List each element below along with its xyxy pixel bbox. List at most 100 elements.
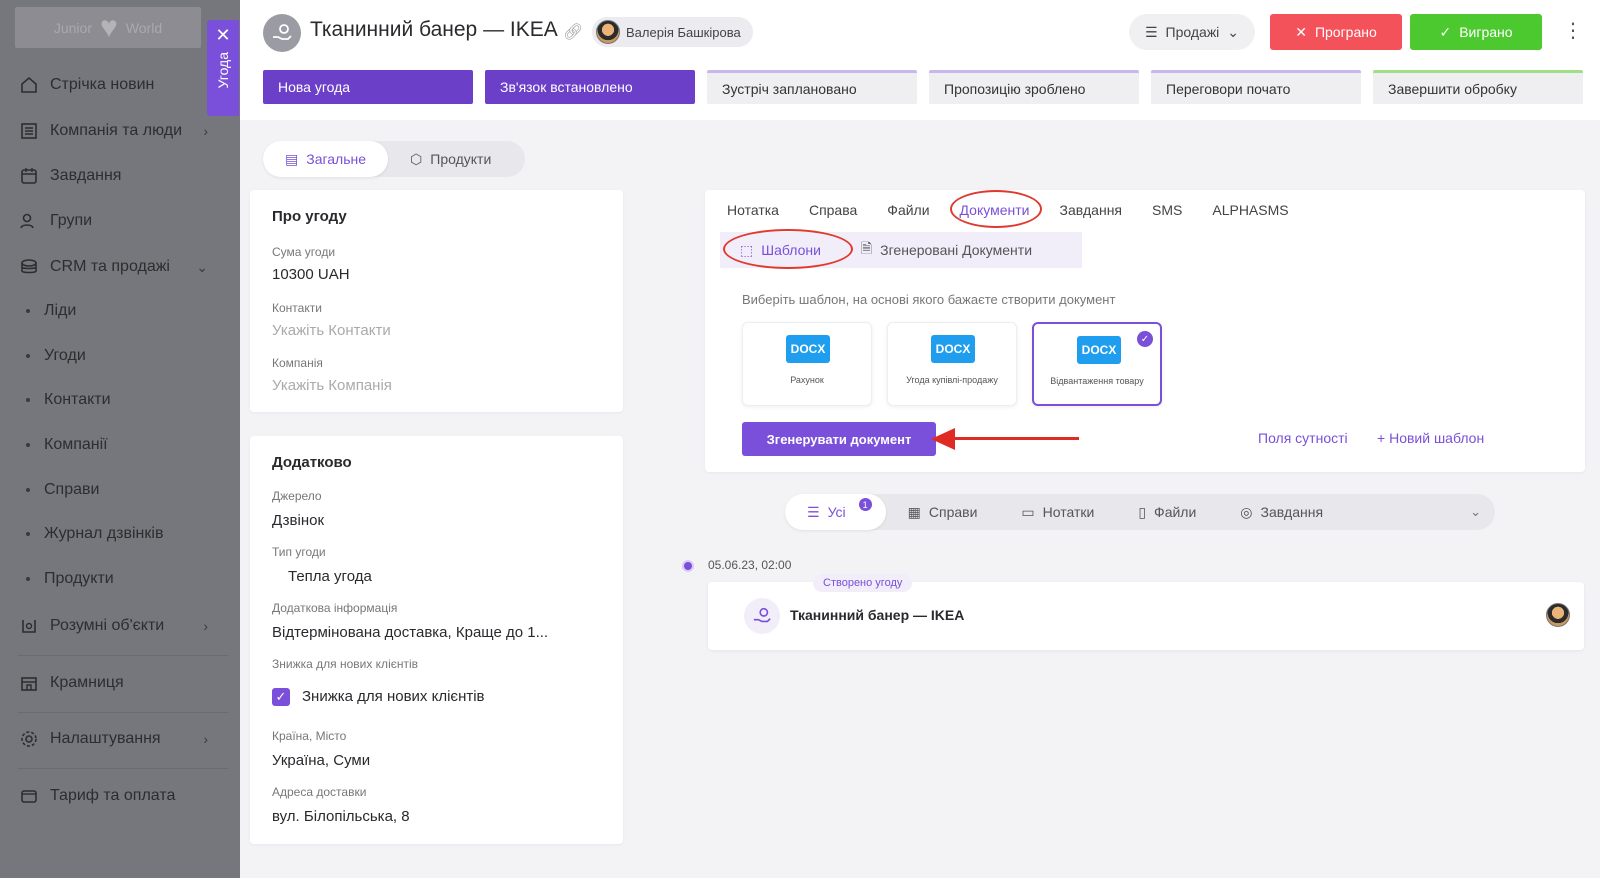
- additional-info-value[interactable]: Відтермінована доставка, Краще до 1...: [272, 624, 548, 641]
- file-icon: ▯: [1138, 503, 1147, 520]
- sidebar-item-settings[interactable]: Налаштування ›: [18, 723, 218, 755]
- sidebar-item-label: Тариф та оплата: [50, 787, 176, 804]
- calendar-icon: ▦: [907, 503, 921, 520]
- filter-cases[interactable]: ▦ Справи: [886, 494, 1000, 530]
- docx-badge: DOCX: [786, 335, 830, 363]
- tab-products[interactable]: ⬡ Продукти: [388, 141, 513, 177]
- stage-pipeline: Нова угода Зв'язок встановлено Зустріч з…: [263, 70, 1583, 104]
- filter-all[interactable]: ☰ Усі 1: [785, 494, 886, 530]
- users-icon: [18, 210, 40, 232]
- template-card-invoice[interactable]: DOCX Рахунок: [742, 322, 872, 406]
- box-icon: ⬡: [410, 150, 423, 167]
- source-value[interactable]: Дзвінок: [272, 512, 324, 529]
- annotation-arrow: [941, 437, 1079, 440]
- pipeline-select[interactable]: ☰ Продажі ⌄: [1129, 14, 1255, 50]
- heart-logo-icon: ♥: [100, 10, 118, 44]
- extra-card: Додатково Джерело Дзвінок Тип угоди Тепл…: [250, 436, 623, 844]
- sidebar-item-crm[interactable]: CRM та продажі ⌄: [18, 251, 218, 283]
- tab-generated-documents[interactable]: 🗎 Згенеровані Документи: [841, 232, 1052, 268]
- close-icon[interactable]: ✕: [215, 26, 230, 44]
- discount-checkbox[interactable]: ✓: [272, 688, 290, 706]
- responsible-user-chip[interactable]: Валерія Башкірова: [592, 17, 753, 47]
- avatar: [596, 20, 620, 44]
- sidebar-sub-cases[interactable]: Справи: [26, 475, 99, 505]
- filter-files[interactable]: ▯ Файли: [1116, 494, 1218, 530]
- template-card-shipment[interactable]: DOCX Відвантаження товару ✓: [1032, 322, 1162, 406]
- company-logo[interactable]: Junior ♥ World: [15, 7, 201, 48]
- sidebar-sub-label: Контакти: [44, 391, 111, 408]
- tab-general-label: Загальне: [306, 151, 367, 167]
- home-icon: [18, 74, 40, 96]
- tab-files[interactable]: Файли: [887, 202, 929, 222]
- sidebar-sub-deals[interactable]: Угоди: [26, 341, 86, 371]
- tab-tasks[interactable]: Завдання: [1059, 202, 1122, 222]
- won-button[interactable]: ✓ Виграно: [1410, 14, 1542, 50]
- sidebar-item-smart-objects[interactable]: Розумні об'єкти ›: [18, 610, 218, 642]
- discount-label: Знижка для нових клієнтів: [272, 657, 419, 671]
- tab-note[interactable]: Нотатка: [727, 202, 779, 222]
- location-value[interactable]: Україна, Суми: [272, 752, 370, 769]
- filter-files-label: Файли: [1154, 504, 1197, 520]
- event-title: Тканинний банер — IKEA: [790, 607, 965, 623]
- document-icon: ▤: [285, 150, 299, 167]
- sidebar-item-groups[interactable]: Групи: [18, 205, 218, 237]
- sidebar-item-tasks[interactable]: Завдання: [18, 160, 218, 192]
- more-vertical-icon[interactable]: ⋮: [1563, 18, 1583, 43]
- sidebar-item-label: Налаштування: [50, 730, 161, 747]
- gear-icon: [18, 728, 40, 750]
- stage-contact-established[interactable]: Зв'язок встановлено: [485, 70, 695, 104]
- sidebar-sub-label: Компанії: [44, 436, 108, 453]
- new-template-button[interactable]: + Новий шаблон: [1377, 430, 1484, 446]
- stage-finish-processing[interactable]: Завершити обробку: [1373, 70, 1583, 104]
- template-card-sale-agreement[interactable]: DOCX Угода купівлі-продажу: [887, 322, 1017, 406]
- stage-meeting-scheduled[interactable]: Зустріч заплановано: [707, 70, 917, 104]
- check-circle-icon: ◎: [1240, 503, 1253, 520]
- sidebar-item-label: Компанія та люди: [50, 122, 183, 139]
- address-value[interactable]: вул. Білопільська, 8: [272, 808, 410, 825]
- deal-panel-tab[interactable]: ✕ Угода: [207, 20, 239, 116]
- sidebar-item-label: Групи: [50, 212, 93, 229]
- stage-negotiations-started[interactable]: Переговори почато: [1151, 70, 1361, 104]
- sidebar-sub-products[interactable]: Продукти: [26, 564, 114, 594]
- won-button-label: Виграно: [1459, 24, 1513, 40]
- generate-document-button[interactable]: Згенерувати документ: [742, 422, 936, 456]
- discount-checkbox-label: Знижка для нових клієнтів: [302, 688, 485, 705]
- sidebar-divider: [18, 712, 228, 713]
- sidebar-item-store[interactable]: Крамниця: [18, 667, 218, 699]
- stage-proposal-made[interactable]: Пропозицію зроблено: [929, 70, 1139, 104]
- sidebar-item-news[interactable]: Стрічка новин: [18, 69, 218, 101]
- tab-alphasms[interactable]: ALPHASMS: [1212, 202, 1288, 222]
- sidebar-sub-contacts[interactable]: Контакти: [26, 385, 111, 415]
- sidebar-sub-call-log[interactable]: Журнал дзвінків: [26, 519, 163, 549]
- chevron-down-icon[interactable]: ⌄: [1470, 504, 1481, 520]
- sidebar-item-company[interactable]: Компанія та люди ›: [18, 115, 218, 147]
- sidebar-sub-companies[interactable]: Компанії: [26, 430, 108, 460]
- timeline-date: 05.06.23, 02:00: [708, 558, 792, 572]
- sidebar-sub-leads[interactable]: Ліди: [26, 296, 76, 326]
- sidebar: Junior ♥ World Стрічка новин Компанія та…: [0, 0, 240, 878]
- sidebar-item-billing[interactable]: Тариф та оплата: [18, 780, 218, 812]
- tab-sms[interactable]: SMS: [1152, 202, 1182, 222]
- document-icon: 🗎: [860, 240, 873, 256]
- tab-general[interactable]: ▤ Загальне: [263, 141, 389, 177]
- deal-panel: Тканинний банер — IKEA 🔗︎ Валерія Башкір…: [240, 0, 1600, 878]
- chevron-right-icon: ›: [203, 618, 208, 634]
- timeline-event-card[interactable]: Тканинний банер — IKEA: [708, 582, 1584, 650]
- sidebar-item-label: Крамниця: [50, 674, 124, 691]
- stage-new-deal[interactable]: Нова угода: [263, 70, 473, 104]
- source-label: Джерело: [272, 489, 322, 503]
- about-deal-card: Про угоду Сума угоди 10300 UAH Контакти …: [250, 190, 623, 412]
- link-icon[interactable]: 🔗︎: [563, 22, 583, 42]
- amount-value[interactable]: 10300 UAH: [272, 266, 350, 283]
- filter-notes[interactable]: ▭ Нотатки: [999, 494, 1116, 530]
- lost-button[interactable]: ✕ Програно: [1270, 14, 1402, 50]
- deal-type-value[interactable]: Тепла угода: [288, 568, 372, 585]
- company-field[interactable]: Укажіть Компанія: [272, 377, 392, 394]
- additional-info-label: Додаткова інформація: [272, 601, 398, 615]
- tab-case[interactable]: Справа: [809, 202, 857, 222]
- filter-tasks[interactable]: ◎ Завдання: [1218, 494, 1345, 530]
- docx-badge: DOCX: [1077, 336, 1121, 364]
- sidebar-item-label: CRM та продажі: [50, 258, 170, 275]
- contacts-field[interactable]: Укажіть Контакти: [272, 322, 391, 339]
- entity-fields-link[interactable]: Поля сутності: [1258, 430, 1348, 446]
